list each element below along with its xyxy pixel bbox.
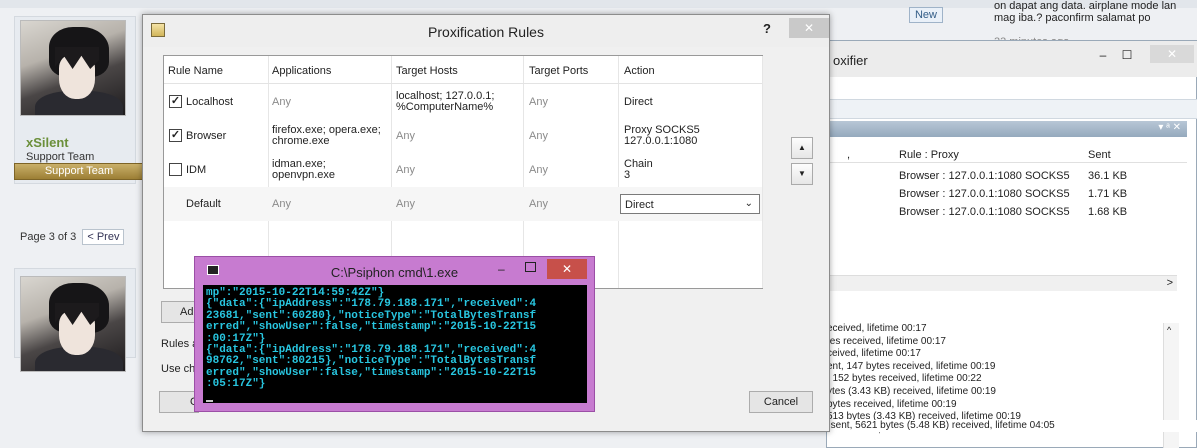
scroll-right-icon[interactable]: > <box>1167 277 1173 289</box>
dialog-title: Proxification Rules <box>428 24 544 40</box>
console-output[interactable]: mp":"2015-10-22T14:59:42Z"} {"data":{"ip… <box>203 285 587 403</box>
column-header-applications[interactable]: Applications <box>272 65 331 77</box>
close-icon[interactable]: ✕ <box>789 18 829 38</box>
rule-proxy-cell: Browser : 127.0.0.1:1080 SOCKS5 <box>899 170 1070 182</box>
rule-row-default[interactable]: Default Any Any Any Direct ⌄ <box>164 187 762 221</box>
default-action-select[interactable]: Direct ⌄ <box>620 194 760 214</box>
connections-panel-header: ▾ ᵃ ✕ <box>827 121 1187 137</box>
connections-header: , Rule : Proxy Sent <box>827 145 1187 163</box>
rule-row-idm[interactable]: IDM idman.exe; openvpn.exe Any Any Chain… <box>164 153 762 187</box>
log-line: ceived, lifetime 00:17 <box>827 348 921 360</box>
rule-name: Browser <box>186 130 227 142</box>
rule-proxy-cell: Browser : 127.0.0.1:1080 SOCKS5 <box>899 206 1070 218</box>
table-row[interactable]: Browser : 127.0.0.1:1080 SOCKS5 1.68 KB <box>827 203 1187 221</box>
column-header-rule-name[interactable]: Rule Name <box>168 65 223 77</box>
dialog-titlebar: Proxification Rules <box>143 15 829 47</box>
rule-ports: Any <box>529 96 548 108</box>
column-header[interactable]: , <box>847 149 850 161</box>
rule-name: Default <box>186 198 221 210</box>
move-down-button[interactable]: ▼ <box>791 163 813 185</box>
rule-hosts: Any <box>396 198 415 210</box>
new-button[interactable]: New <box>909 7 943 23</box>
default-action-value: Direct <box>625 199 654 211</box>
move-up-button[interactable]: ▲ <box>791 137 813 159</box>
column-header-sent[interactable]: Sent <box>1088 149 1111 161</box>
cancel-button[interactable]: Cancel <box>749 391 813 413</box>
log-line: bytes received, lifetime 00:19 <box>827 398 957 410</box>
sent-cell: 36.1 KB <box>1088 170 1128 182</box>
chevron-down-icon: ⌄ <box>744 198 753 209</box>
sent-cell: 1.71 KB <box>1088 188 1128 200</box>
rule-hosts: Any <box>396 130 415 142</box>
rule-action-line: 127.0.0.1:1080 <box>624 135 698 147</box>
rule-row-localhost[interactable]: ✓ Localhost Any localhost; 127.0.0.1; %C… <box>164 85 762 119</box>
rules-header: Rule Name Applications Target Hosts Targ… <box>164 56 762 84</box>
rule-ports: Any <box>529 164 548 176</box>
sent-cell: 1.68 KB <box>1088 206 1128 218</box>
proxifier-window: oxifier – ☐ ✕ ▾ ᵃ ✕ , Rule : Proxy Sent … <box>826 40 1197 448</box>
log-line: ytes (3.43 KB) received, lifetime 00:19 <box>827 385 996 397</box>
rule-applications: Any <box>272 198 291 210</box>
rule-name: IDM <box>186 164 207 176</box>
panel-controls-icon[interactable]: ▾ ᵃ ✕ <box>1158 122 1181 133</box>
proxifier-toolbar <box>827 99 1197 119</box>
rule-enabled-checkbox[interactable] <box>169 163 182 176</box>
rule-ports: Any <box>529 198 548 210</box>
console-cursor <box>206 400 213 403</box>
rule-ports: Any <box>529 130 548 142</box>
maximize-icon[interactable] <box>525 262 536 272</box>
column-header-rule-proxy[interactable]: Rule : Proxy <box>899 149 959 161</box>
rule-action-line: 3 <box>624 169 631 181</box>
rule-hosts-line: %ComputerName% <box>396 101 494 113</box>
log-line: , 152 bytes received, lifetime 00:22 <box>827 373 982 385</box>
user-role: Support Team <box>26 151 95 163</box>
log-line: tes received, lifetime 00:17 <box>827 335 946 347</box>
rule-name: Localhost <box>186 96 234 108</box>
log-line: eceived, lifetime 00:17 <box>827 323 927 334</box>
user-badge: Support Team <box>14 163 144 180</box>
close-icon[interactable]: ✕ <box>1150 45 1194 63</box>
maximize-icon[interactable]: ☐ <box>1115 47 1139 63</box>
table-row[interactable]: Browser : 127.0.0.1:1080 SOCKS5 1.71 KB <box>827 185 1187 203</box>
table-row[interactable]: Browser : 127.0.0.1:1080 SOCKS5 36.1 KB <box>827 167 1187 185</box>
column-header-action[interactable]: Action <box>624 65 655 77</box>
close-icon[interactable]: ✕ <box>547 259 587 279</box>
chat-line: mag iba.? paconfirm salamat po <box>994 12 1151 24</box>
column-header-target-ports[interactable]: Target Ports <box>529 65 588 77</box>
rule-applications-line: openvpn.exe <box>272 169 335 181</box>
proxifier-title: oxifier <box>833 53 868 68</box>
horizontal-scrollbar[interactable]: > <box>827 275 1177 291</box>
column-divider <box>762 56 763 288</box>
rule-proxy-cell: Browser : 127.0.0.1:1080 SOCKS5 <box>899 188 1070 200</box>
console-line: erred","showUser":false,"timestamp":"201… <box>206 321 537 334</box>
pagination: Page 3 of 3 < Prev <box>20 229 125 245</box>
rule-row-browser[interactable]: ✓ Browser firefox.exe; opera.exe; chrome… <box>164 119 762 153</box>
ok-button[interactable]: O <box>159 391 199 413</box>
page-indicator: Page 3 of 3 <box>20 231 77 243</box>
console-line: :05:17Z"} <box>206 378 266 391</box>
console-window: C:\Psiphon cmd\1.exe – ✕ mp":"2015-10-22… <box>194 256 595 412</box>
rule-applications: Any <box>272 96 291 108</box>
rules-table: Rule Name Applications Target Hosts Targ… <box>163 55 763 289</box>
chat-message: on dapat ang data. airplane mode lan mag… <box>994 0 1194 24</box>
minimize-icon[interactable]: – <box>1091 47 1115 63</box>
username-link[interactable]: xSilent <box>26 135 69 150</box>
help-icon[interactable]: ? <box>763 21 771 36</box>
rule-hosts: Any <box>396 164 415 176</box>
rule-applications-line: chrome.exe <box>272 135 330 147</box>
chat-line: on dapat ang data. airplane mode lan <box>994 0 1177 12</box>
minimize-icon[interactable]: – <box>498 262 505 276</box>
rule-enabled-checkbox[interactable]: ✓ <box>169 129 182 142</box>
avatar[interactable] <box>20 20 126 116</box>
column-header-target-hosts[interactable]: Target Hosts <box>396 65 458 77</box>
avatar[interactable] <box>20 276 126 372</box>
proxifier-titlebar: oxifier – ☐ ✕ <box>827 41 1197 77</box>
rule-action: Direct <box>624 96 653 108</box>
scroll-up-icon[interactable]: ^ <box>1167 325 1171 335</box>
prev-page-button[interactable]: < Prev <box>82 229 125 245</box>
rule-enabled-checkbox[interactable]: ✓ <box>169 95 182 108</box>
log-line: ent, 147 bytes received, lifetime 00:19 <box>827 360 996 372</box>
